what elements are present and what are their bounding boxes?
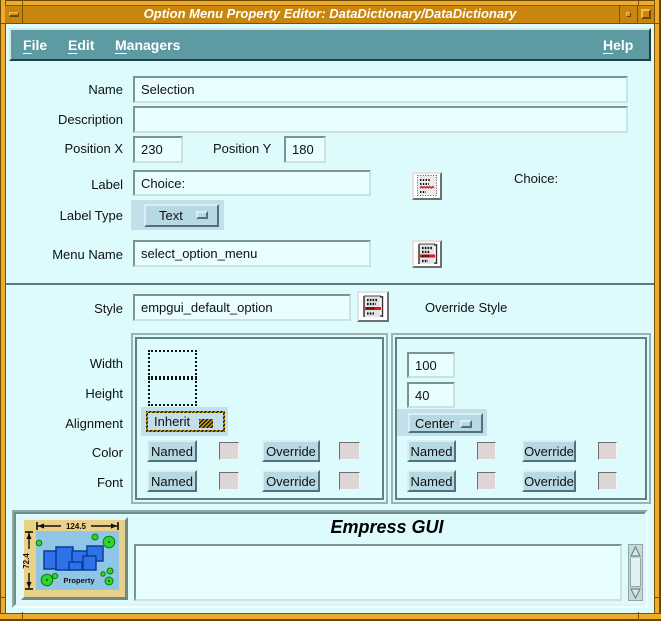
svg-text:Property: Property — [63, 576, 95, 585]
svg-text:72.4: 72.4 — [22, 553, 31, 569]
svg-text:124.5: 124.5 — [66, 522, 87, 531]
